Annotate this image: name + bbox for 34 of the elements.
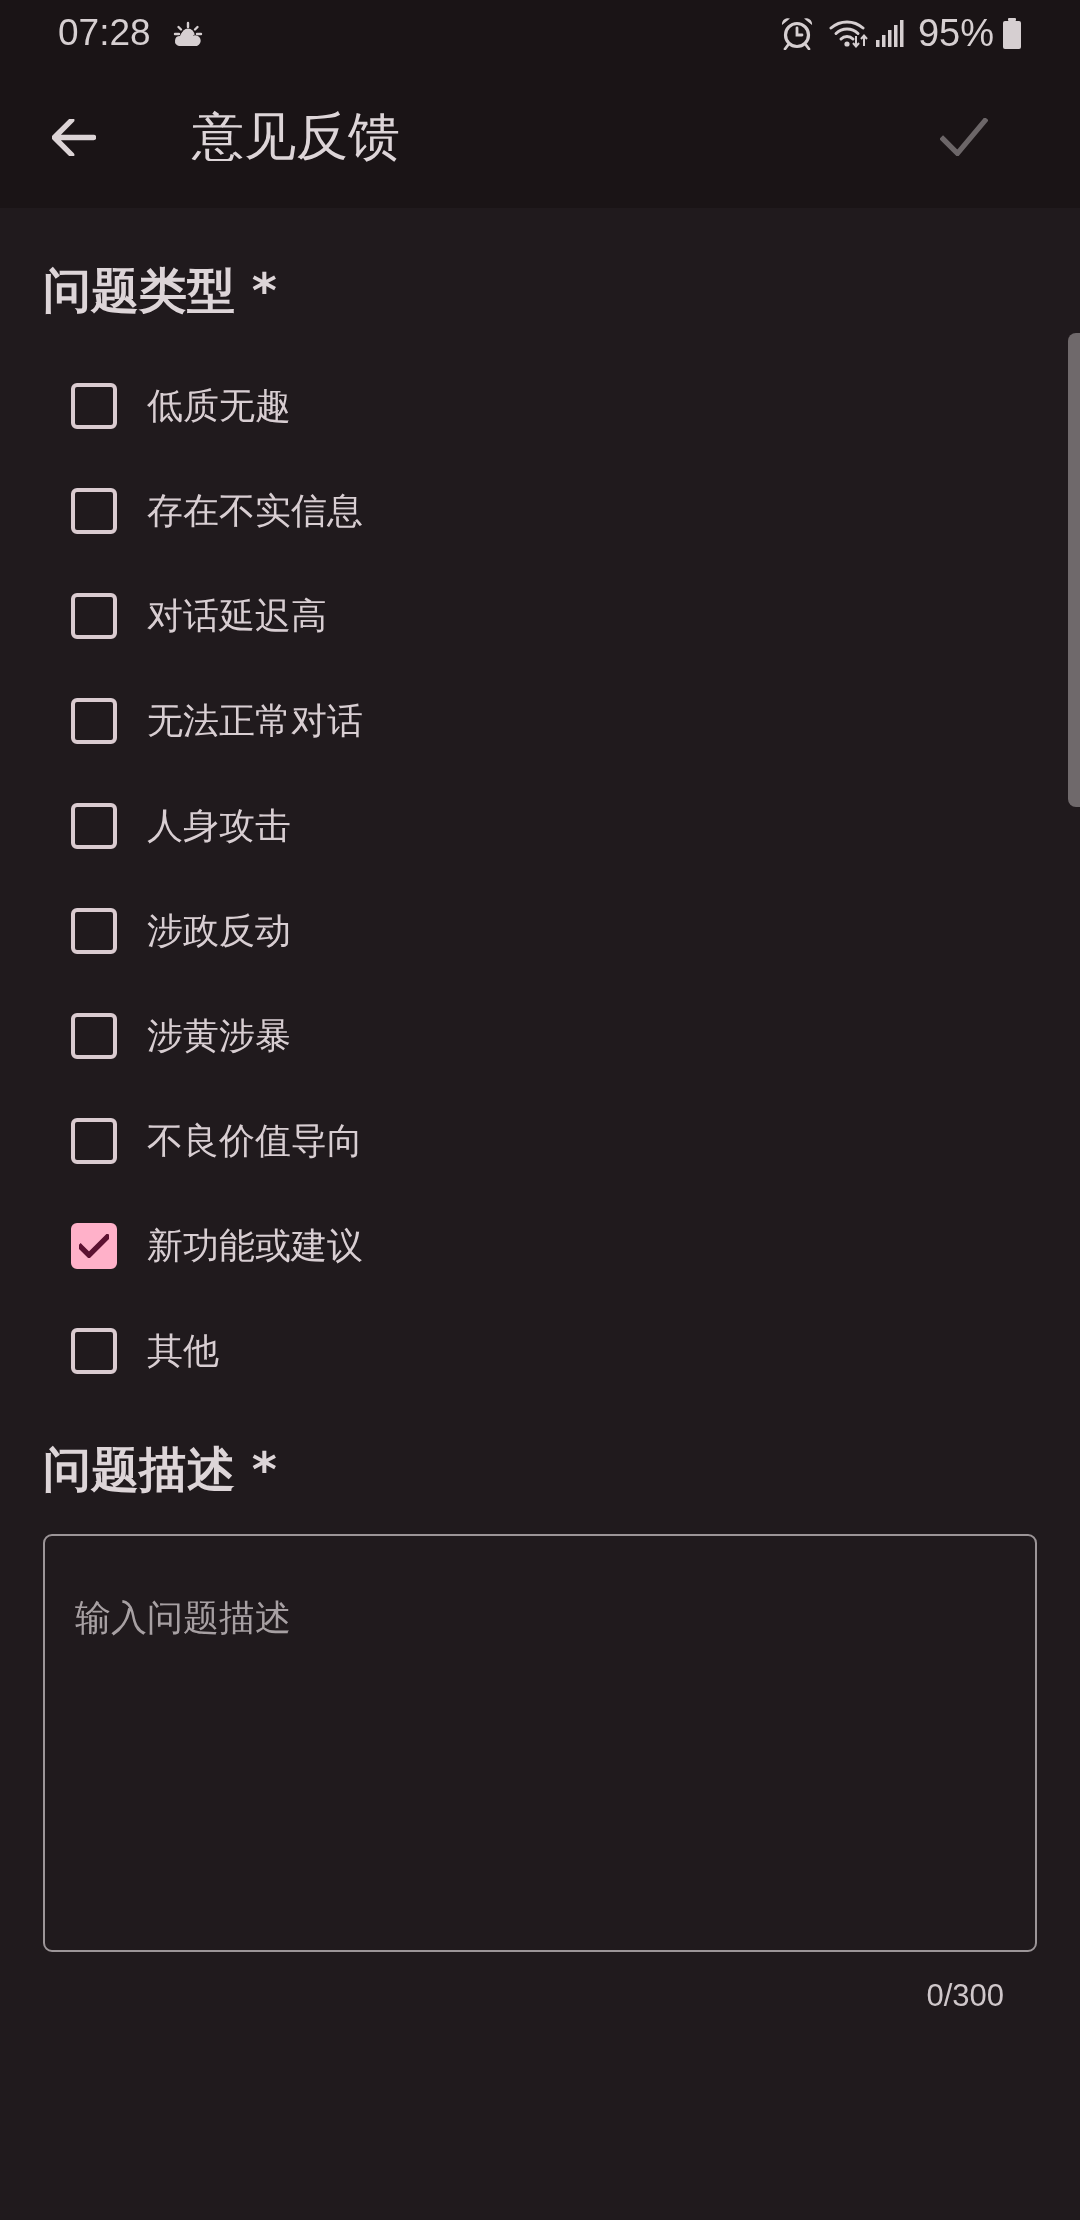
checkbox[interactable]	[71, 1327, 117, 1374]
checkbox-label[interactable]: 人身攻击	[147, 801, 291, 850]
checkbox-label[interactable]: 涉政反动	[147, 906, 291, 955]
checkbox-label[interactable]: 其他	[147, 1326, 219, 1375]
checkbox-label[interactable]: 对话延迟高	[147, 591, 327, 640]
checkbox[interactable]	[71, 697, 117, 744]
checkbox-label[interactable]: 涉黄涉暴	[147, 1011, 291, 1060]
back-button[interactable]	[52, 118, 96, 156]
clock-time: 07:28	[58, 12, 151, 54]
check-icon	[940, 118, 988, 156]
checkmark-icon	[79, 1233, 109, 1258]
checkbox[interactable]	[71, 592, 117, 639]
checkbox[interactable]	[71, 907, 117, 954]
description-field[interactable]: 输入问题描述	[43, 1534, 1037, 1952]
checkbox-label[interactable]: 不良价值导向	[147, 1116, 363, 1165]
checkbox[interactable]	[71, 802, 117, 849]
checkbox-label[interactable]: 新功能或建议	[147, 1221, 363, 1270]
checkbox[interactable]	[71, 1222, 117, 1269]
section-heading: 问题描述 *	[43, 1440, 278, 1499]
character-counter: 0/300	[925, 1977, 1005, 2015]
checkbox[interactable]	[71, 1117, 117, 1164]
checkbox-label[interactable]: 低质无趣	[147, 381, 291, 430]
section-heading: 问题类型 *	[43, 261, 278, 320]
battery-icon	[1002, 17, 1022, 49]
battery-percent: 95%	[917, 11, 994, 55]
back-arrow-icon	[52, 118, 96, 156]
signal-bars-icon	[874, 18, 905, 48]
checkbox-label[interactable]: 存在不实信息	[147, 486, 363, 535]
checkbox[interactable]	[71, 487, 117, 534]
checkbox-label[interactable]: 无法正常对话	[147, 696, 363, 745]
page-title: 意见反馈	[192, 105, 401, 168]
checkbox[interactable]	[71, 382, 117, 429]
checkbox[interactable]	[71, 1012, 117, 1059]
wifi-icon	[828, 18, 869, 48]
